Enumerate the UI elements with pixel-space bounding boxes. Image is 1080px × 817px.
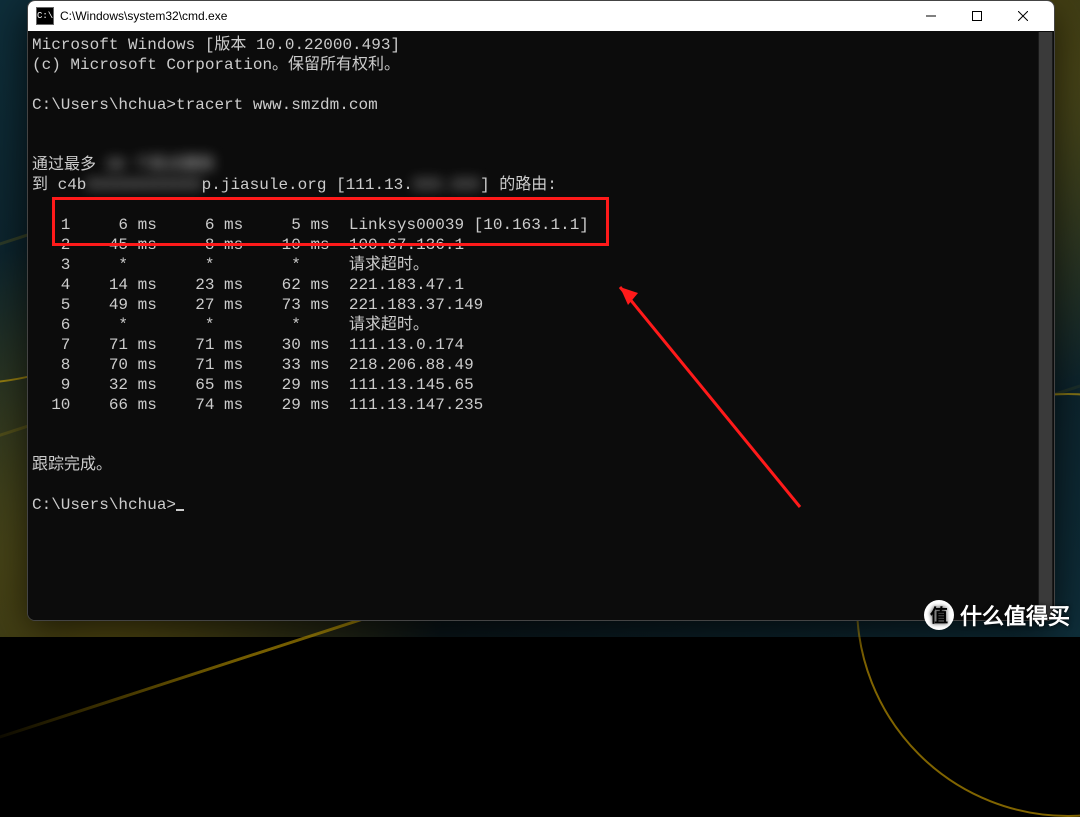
scrollbar-track[interactable] <box>1038 32 1053 619</box>
cursor <box>176 509 184 511</box>
watermark: 值 什么值得买 <box>924 599 1070 631</box>
redacted-text: 30 个跃点跟踪 <box>106 155 215 175</box>
banner-line: Microsoft Windows [版本 10.0.22000.493] <box>32 36 400 54</box>
trace-header: 到 c4b <box>32 176 86 194</box>
banner-line: (c) Microsoft Corporation。保留所有权利。 <box>32 56 400 74</box>
close-button[interactable] <box>1000 1 1046 31</box>
prompt: C:\Users\hchua> <box>32 496 176 514</box>
cmd-window: C:\ C:\Windows\system32\cmd.exe Microsof… <box>27 0 1055 621</box>
window-title: C:\Windows\system32\cmd.exe <box>60 9 227 23</box>
trace-complete: 跟踪完成。 <box>32 456 112 474</box>
redacted-text: XXX.XXX <box>413 175 480 195</box>
window-titlebar[interactable]: C:\ C:\Windows\system32\cmd.exe <box>28 1 1054 31</box>
watermark-badge-icon: 值 <box>924 600 954 630</box>
maximize-button[interactable] <box>954 1 1000 31</box>
minimize-button[interactable] <box>908 1 954 31</box>
command-text: tracert www.smzdm.com <box>176 96 378 114</box>
prompt: C:\Users\hchua> <box>32 96 176 114</box>
cmd-icon: C:\ <box>36 7 54 25</box>
tracert-hops: 1 6 ms 6 ms 5 ms Linksys00039 [10.163.1.… <box>32 216 589 414</box>
scrollbar-thumb[interactable] <box>1039 32 1052 619</box>
terminal-output[interactable]: Microsoft Windows [版本 10.0.22000.493] (c… <box>28 31 1054 620</box>
watermark-text: 什么值得买 <box>960 599 1070 631</box>
redacted-text: XXXXXXXXXXXX <box>86 175 201 195</box>
trace-header: 通过最多 <box>32 156 106 174</box>
